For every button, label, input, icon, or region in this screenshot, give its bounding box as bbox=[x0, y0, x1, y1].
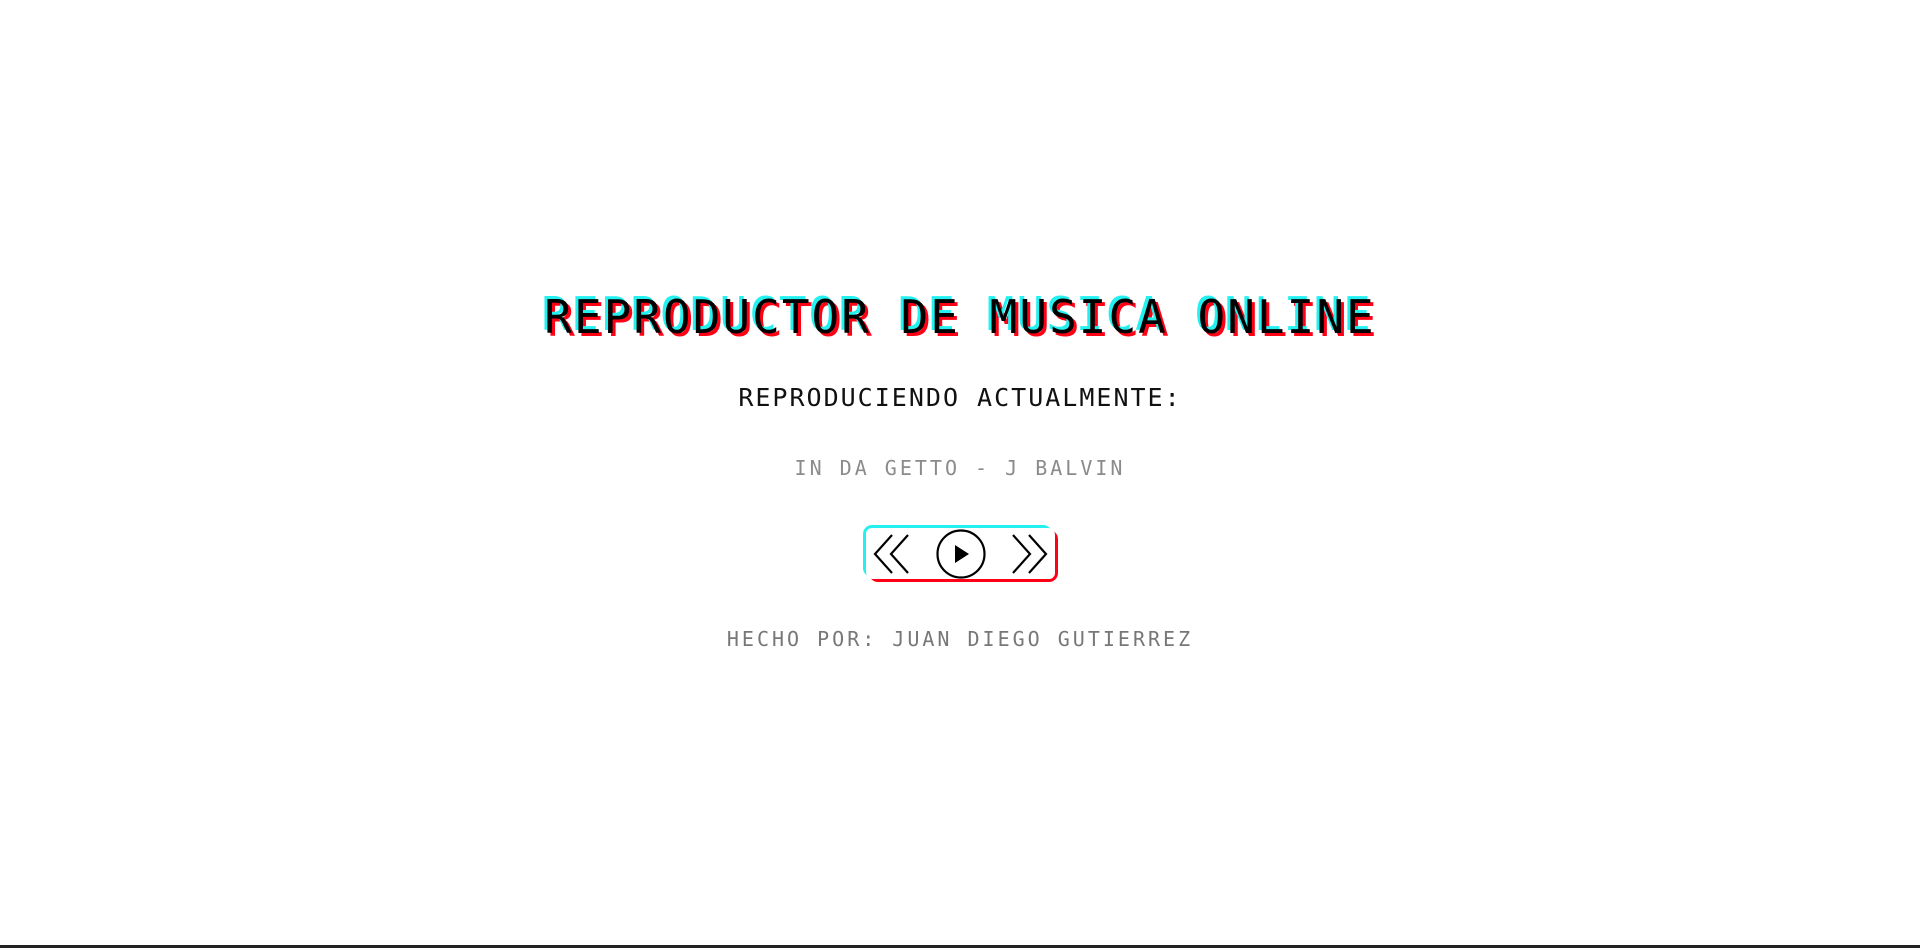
double-chevron-left-icon bbox=[873, 533, 909, 574]
previous-button[interactable] bbox=[872, 532, 912, 576]
double-chevron-right-icon bbox=[1012, 533, 1048, 574]
current-song-title: IN DA GETTO - J BALVIN bbox=[794, 456, 1126, 480]
now-playing-label: REPRODUCIENDO ACTUALMENTE: bbox=[738, 383, 1182, 412]
music-player-page: REPRODUCTOR DE MUSICA ONLINE REPRODUCIEN… bbox=[0, 0, 1920, 948]
next-button[interactable] bbox=[1009, 532, 1049, 576]
controls-bar bbox=[866, 528, 1055, 579]
play-circle-icon bbox=[935, 528, 986, 579]
player-controls bbox=[863, 525, 1058, 582]
author-credit: HECHO POR: JUAN DIEGO GUTIERREZ bbox=[726, 627, 1194, 651]
play-button[interactable] bbox=[935, 528, 987, 580]
page-title: REPRODUCTOR DE MUSICA ONLINE bbox=[544, 290, 1376, 344]
